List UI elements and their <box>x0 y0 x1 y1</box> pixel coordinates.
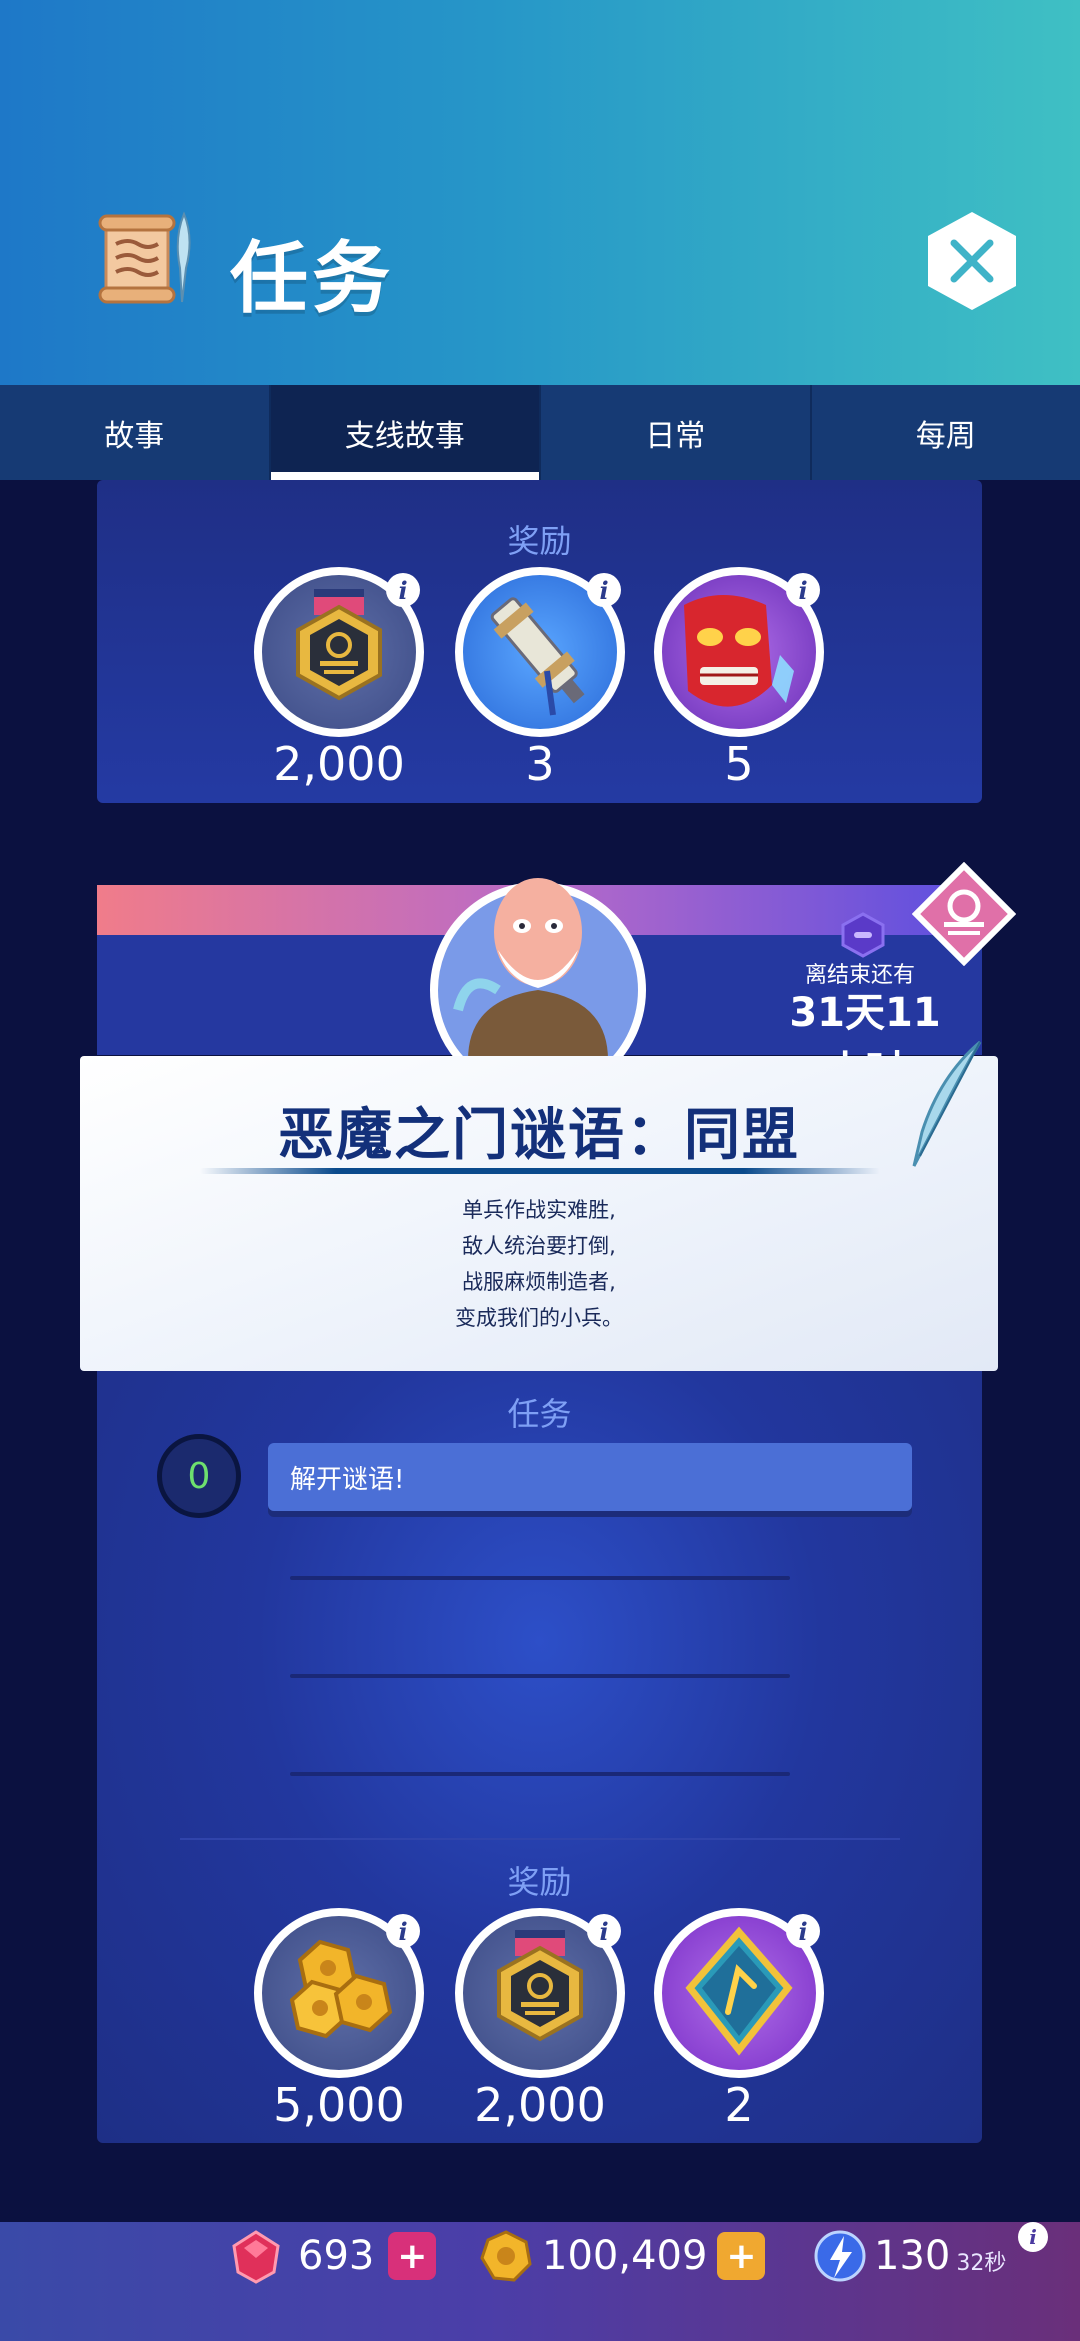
empty-task-slot <box>290 1772 790 1776</box>
page-title: 任务 <box>230 234 395 324</box>
section-divider <box>180 1838 900 1840</box>
reward-demon-mask[interactable]: i <box>654 567 824 737</box>
currency-info-icon[interactable]: i <box>1018 2222 1048 2252</box>
riddle-card: 恶魔之门谜语：同盟 单兵作战实难胜, 敌人统治要打倒, 战服麻烦制造者, 变成我… <box>80 1056 998 1371</box>
reward-gold-coins[interactable]: i <box>254 1908 424 2078</box>
gold-counter: 100,409 + <box>478 2228 766 2284</box>
gems-counter: 693 + <box>228 2228 437 2284</box>
quest-scroll-icon <box>98 211 191 304</box>
energy-counter: 130 32秒 <box>812 2228 1006 2284</box>
energy-icon <box>814 2230 866 2282</box>
reward-amount: 2,000 <box>474 2078 606 2132</box>
info-icon[interactable]: i <box>786 573 820 607</box>
riddle-line: 敌人统治要打倒, <box>462 1234 616 1258</box>
riddle-line: 变成我们的小兵。 <box>455 1306 623 1330</box>
gold-value: 100,409 <box>542 2233 708 2279</box>
quest-title: 恶魔之门谜语：同盟 <box>278 1103 800 1168</box>
gem-icon <box>232 2230 280 2284</box>
info-icon[interactable]: i <box>786 1914 820 1948</box>
energy-value: 130 <box>874 2233 951 2279</box>
reward-medal[interactable]: i <box>254 567 424 737</box>
empty-task-slot <box>290 1674 790 1678</box>
reward-rune-gem[interactable]: i <box>654 1908 824 2078</box>
info-icon[interactable]: i <box>386 1914 420 1948</box>
tasks-label: 任务 <box>507 1395 572 1433</box>
tab-weekly[interactable]: 每周 <box>812 385 1080 480</box>
energy-timer: 32秒 <box>956 2251 1007 2276</box>
task-progress-counter: 0 <box>157 1434 241 1518</box>
reward-medal[interactable]: i <box>455 1908 625 2078</box>
tab-side-story[interactable]: 支线故事 <box>270 385 541 480</box>
riddle-text: 单兵作战实难胜, 敌人统治要打倒, 战服麻烦制造者, 变成我们的小兵。 <box>80 1192 998 1336</box>
reward-amount: 3 <box>525 737 555 791</box>
reward-scroll-hammer[interactable]: i <box>455 567 625 737</box>
add-gems-button[interactable]: + <box>388 2232 437 2280</box>
task-item-solve-riddle[interactable]: 解开谜语! <box>268 1443 912 1511</box>
tab-daily[interactable]: 日常 <box>541 385 812 480</box>
reward-amount: 5,000 <box>273 2078 405 2132</box>
info-icon[interactable]: i <box>386 573 420 607</box>
tab-story[interactable]: 故事 <box>0 385 271 480</box>
add-gold-button[interactable]: + <box>717 2232 766 2280</box>
info-icon[interactable]: i <box>587 1914 621 1948</box>
title-underline <box>200 1168 880 1174</box>
rewards-label: 奖励 <box>507 1863 572 1901</box>
gold-coin-icon <box>480 2230 532 2282</box>
quest-giver-portrait <box>430 878 646 1060</box>
close-button[interactable] <box>924 210 1020 312</box>
info-icon[interactable]: i <box>587 573 621 607</box>
reward-amount: 5 <box>724 737 754 791</box>
feather-quill-icon <box>912 1040 982 1167</box>
side-story-diamond-icon <box>912 862 1016 966</box>
riddle-line: 单兵作战实难胜, <box>462 1198 616 1222</box>
gems-value: 693 <box>298 2233 375 2279</box>
riddle-line: 战服麻烦制造者, <box>462 1270 616 1294</box>
reward-amount: 2 <box>724 2078 754 2132</box>
rewards-label: 奖励 <box>507 522 572 560</box>
empty-task-slot <box>290 1576 790 1580</box>
reward-amount: 2,000 <box>273 737 405 791</box>
tab-bar: 故事 支线故事 日常 每周 <box>0 385 1080 480</box>
quest-badge-icon <box>841 912 885 958</box>
header <box>0 0 1080 385</box>
